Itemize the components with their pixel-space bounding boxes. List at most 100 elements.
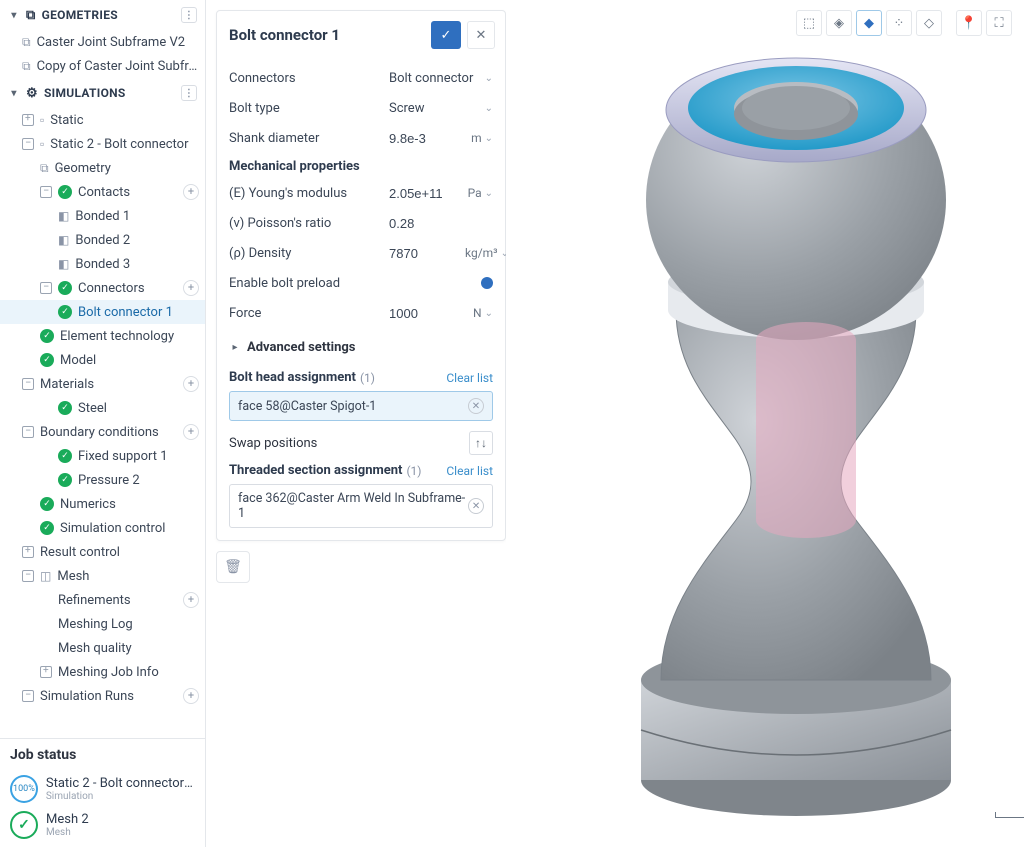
preload-toggle[interactable] (481, 277, 493, 289)
view-home-button[interactable]: ⬚ (796, 10, 822, 36)
view-pin-button[interactable]: 📍 (956, 10, 982, 36)
add-button[interactable]: + (183, 280, 199, 296)
job-row[interactable]: 100% Static 2 - Bolt connector - R... Si… (10, 771, 195, 807)
expand-icon[interactable] (40, 666, 52, 678)
check-icon (58, 281, 72, 295)
close-button[interactable] (467, 21, 495, 49)
add-button[interactable]: + (183, 424, 199, 440)
add-button[interactable]: + (183, 592, 199, 608)
advanced-settings-toggle[interactable]: Advanced settings (229, 332, 493, 362)
add-button[interactable]: + (183, 688, 199, 704)
mechanical-properties-header: Mechanical properties (229, 159, 493, 174)
tree-item-boundary-conditions[interactable]: Boundary conditions + (0, 420, 205, 444)
tree-item-numerics[interactable]: Numerics (0, 492, 205, 516)
collapse-icon[interactable] (22, 426, 34, 438)
simulations-menu-icon[interactable]: ⋮ (181, 85, 197, 101)
bolt-type-label: Bolt type (229, 101, 389, 116)
tree-item-fixed-support[interactable]: Fixed support 1 (0, 444, 205, 468)
add-button[interactable]: + (183, 376, 199, 392)
poisson-ratio-label: (v) Poisson's ratio (229, 216, 389, 231)
tree-item-refinements[interactable]: Refinements + (0, 588, 205, 612)
bolt-head-assignment-label: Bolt head assignment (229, 370, 356, 385)
geometry-icon: ⧉ (26, 8, 36, 23)
geometries-menu-icon[interactable]: ⋮ (181, 7, 197, 23)
check-icon (40, 329, 54, 343)
tree-item-mesh[interactable]: ◫ Mesh (0, 564, 205, 588)
collapse-icon[interactable] (22, 690, 34, 702)
scale-label: 0.01 m (995, 820, 1024, 833)
young-unit-select[interactable]: Pa⌄ (468, 186, 493, 200)
young-modulus-input[interactable] (389, 186, 459, 201)
face-chip[interactable]: face 362@Caster Arm Weld In Subframe-1 (229, 484, 493, 528)
connectors-select[interactable]: Bolt connector ⌄ (389, 71, 493, 86)
tree-item-steel[interactable]: Steel (0, 396, 205, 420)
view-shaded-button[interactable]: ◆ (856, 10, 882, 36)
force-input[interactable] (389, 306, 459, 321)
collapse-icon[interactable] (40, 282, 52, 294)
check-icon (40, 497, 54, 511)
tree-item-pressure[interactable]: Pressure 2 (0, 468, 205, 492)
density-label: (ρ) Density (229, 246, 389, 261)
collapse-icon[interactable] (40, 186, 52, 198)
check-icon (40, 353, 54, 367)
density-unit-select[interactable]: kg/m³⌄ (465, 246, 509, 260)
tree-item-meshing-job-info[interactable]: Meshing Job Info (0, 660, 205, 684)
remove-chip-button[interactable] (468, 398, 484, 414)
view-wireframe-button[interactable]: ◈ (826, 10, 852, 36)
confirm-button[interactable] (431, 21, 461, 49)
expand-icon[interactable] (22, 114, 34, 126)
check-icon (58, 305, 72, 319)
tree-item-bonded[interactable]: ◧ Bonded 2 (0, 228, 205, 252)
tree-item-element-technology[interactable]: Element technology (0, 324, 205, 348)
geometry-item[interactable]: ⧉ Caster Joint Subframe V2 (0, 30, 205, 54)
chevron-down-icon: ⌄ (485, 103, 493, 114)
job-row[interactable]: Mesh 2 Mesh (10, 807, 195, 843)
view-transparent-button[interactable]: ◇ (916, 10, 942, 36)
bolt-type-select[interactable]: Screw ⌄ (389, 101, 493, 116)
tree-item-model[interactable]: Model (0, 348, 205, 372)
force-unit-select[interactable]: N⌄ (473, 306, 493, 320)
tree-item-bonded[interactable]: ◧ Bonded 3 (0, 252, 205, 276)
tree-item-bonded[interactable]: ◧ Bonded 1 (0, 204, 205, 228)
tree-item-meshing-log[interactable]: Meshing Log (0, 612, 205, 636)
tree-item-static[interactable]: ▫ Static (0, 108, 205, 132)
collapse-icon[interactable] (22, 138, 34, 150)
add-button[interactable]: + (183, 184, 199, 200)
tree-item-simulation-control[interactable]: Simulation control (0, 516, 205, 540)
job-status-panel: Job status 100% Static 2 - Bolt connecto… (0, 738, 205, 847)
collapse-icon[interactable] (22, 378, 34, 390)
density-input[interactable] (389, 246, 459, 261)
complete-badge (10, 811, 38, 839)
delete-button[interactable]: 🗑 (216, 551, 250, 583)
tree-item-connectors[interactable]: Connectors + (0, 276, 205, 300)
shank-diameter-input[interactable] (389, 131, 459, 146)
tree-item-geometry[interactable]: ⧉ Geometry (0, 156, 205, 180)
job-title: Static 2 - Bolt connector - R... (46, 776, 195, 791)
remove-chip-button[interactable] (468, 498, 484, 514)
geometry-item[interactable]: ⧉ Copy of Caster Joint Subfra... (0, 54, 205, 78)
tree-item-contacts[interactable]: Contacts + (0, 180, 205, 204)
bolt-head-count: (1) (360, 371, 375, 385)
expand-icon[interactable] (22, 546, 34, 558)
simulations-section-header[interactable]: ⚙ SIMULATIONS ⋮ (0, 78, 205, 108)
poisson-ratio-input[interactable] (389, 216, 459, 231)
tree-item-bolt-connector[interactable]: Bolt connector 1 (0, 300, 205, 324)
collapse-icon[interactable] (22, 570, 34, 582)
tree-item-result-control[interactable]: Result control (0, 540, 205, 564)
swap-button[interactable]: ↑↓ (469, 431, 493, 455)
tree-item-static2[interactable]: ▫ Static 2 - Bolt connector (0, 132, 205, 156)
mesh-icon: ◫ (40, 569, 51, 583)
view-points-button[interactable]: ⁘ (886, 10, 912, 36)
clear-list-link[interactable]: Clear list (446, 464, 493, 478)
geometries-section-header[interactable]: ⧉ GEOMETRIES ⋮ (0, 0, 205, 30)
panel-title: Bolt connector 1 (229, 26, 431, 44)
face-chip[interactable]: face 58@Caster Spigot-1 (229, 391, 493, 421)
tree-item-materials[interactable]: Materials + (0, 372, 205, 396)
tree-item-mesh-quality[interactable]: Mesh quality (0, 636, 205, 660)
view-expand-button[interactable]: ⛶ (986, 10, 1012, 36)
clear-list-link[interactable]: Clear list (446, 371, 493, 385)
chevron-right-icon (229, 342, 241, 353)
3d-viewport[interactable]: ⬚ ◈ ◆ ⁘ ◇ 📍 ⛶ 0.01 m (506, 0, 1024, 847)
tree-item-simulation-runs[interactable]: Simulation Runs + (0, 684, 205, 708)
shank-unit-select[interactable]: m⌄ (471, 131, 493, 145)
